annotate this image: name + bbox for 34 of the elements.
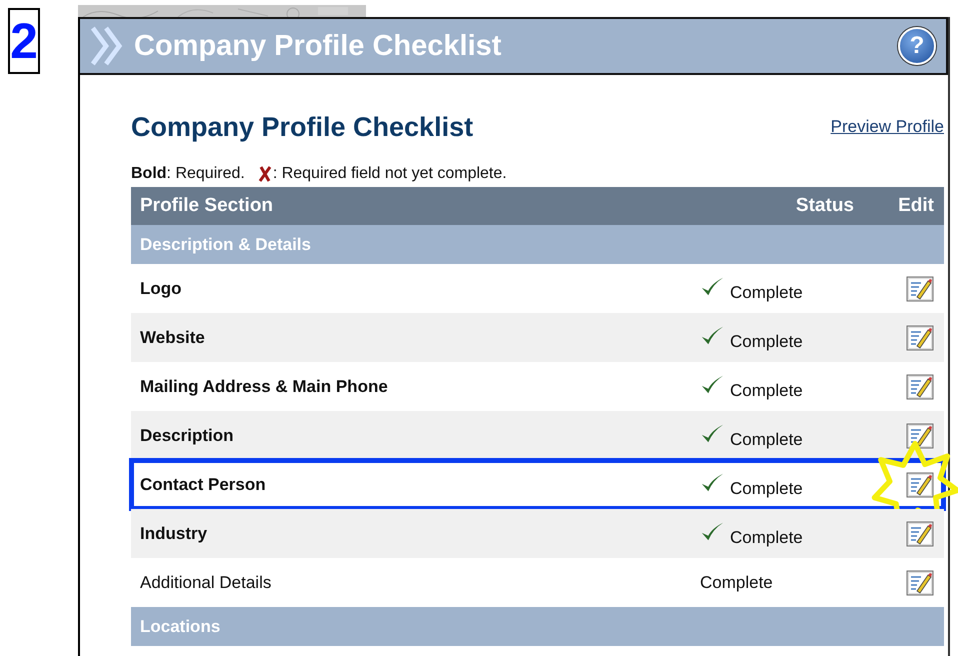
page-heading: Company Profile Checklist (131, 112, 474, 142)
status-text: Complete (730, 332, 804, 352)
status-text: Complete (730, 380, 804, 400)
edit-icon[interactable] (906, 374, 934, 400)
status-text: Complete (730, 430, 804, 450)
chevron-icon (90, 25, 124, 67)
status-text: Complete (730, 528, 804, 548)
section-name: Description (139, 426, 235, 446)
edit-icon[interactable] (906, 324, 934, 350)
edit-icon[interactable] (906, 472, 934, 498)
legend-text: Bold: Required. (131, 165, 245, 183)
group-title: Locations (140, 616, 220, 636)
section-name: Website (139, 328, 206, 348)
legend-text: : Required field not yet complete. (272, 165, 507, 183)
section-name: Additional Details (139, 572, 272, 592)
cross-icon (256, 165, 273, 183)
panel-title: Company Profile Checklist (134, 30, 502, 62)
group-title: Description & Details (140, 234, 311, 254)
section-name: Industry (139, 524, 208, 544)
column-header: Edit (897, 195, 935, 217)
edit-icon[interactable] (906, 276, 934, 302)
edit-icon[interactable] (906, 422, 934, 448)
status-text: Complete (730, 282, 804, 302)
edit-icon[interactable] (906, 520, 934, 546)
section-name: Contact Person (139, 474, 267, 494)
edit-icon[interactable] (906, 570, 934, 596)
section-name: Logo (139, 278, 183, 298)
column-header: Profile Section (139, 195, 274, 217)
section-name: Mailing Address & Main Phone (139, 376, 389, 396)
status-text: Complete (700, 572, 774, 592)
status-text: Complete (730, 478, 804, 498)
preview-profile-link[interactable]: Preview Profile (830, 117, 944, 137)
step-number: 2 (8, 8, 40, 74)
column-header: Status (794, 195, 855, 217)
